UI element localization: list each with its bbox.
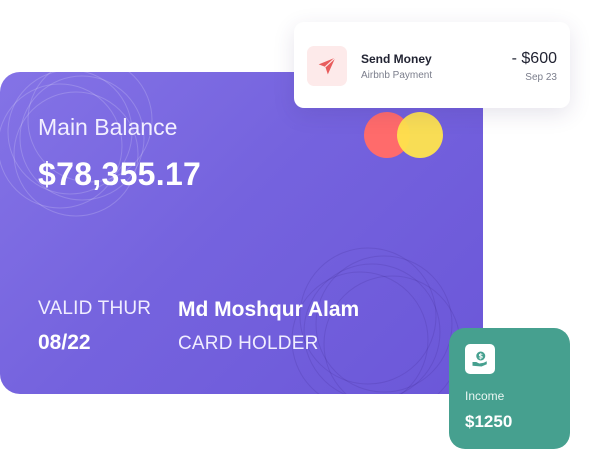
mastercard-logo [364, 112, 446, 160]
money-hand-icon: $ [465, 344, 495, 374]
svg-text:$: $ [478, 353, 483, 361]
main-balance-label: Main Balance [38, 114, 178, 140]
credit-card[interactable]: Main Balance $78,355.17 VALID THUR 08/22… [0, 72, 483, 394]
valid-thru-value: 08/22 [38, 331, 91, 354]
paper-plane-icon [307, 46, 347, 86]
card-holder-label: CARD HOLDER [178, 333, 319, 354]
main-balance-amount: $78,355.17 [38, 156, 202, 192]
valid-thru-label: VALID THUR [38, 298, 152, 319]
income-card[interactable]: $ Income $1250 [449, 328, 570, 449]
transaction-date: Sep 23 [525, 72, 557, 83]
transaction-amount: - $600 [511, 50, 557, 67]
transaction-subtitle: Airbnb Payment [361, 70, 433, 81]
transaction-title: Send Money [361, 52, 432, 66]
card-holder-name: Md Moshqur Alam [178, 298, 360, 321]
income-label: Income [465, 389, 505, 403]
income-amount: $1250 [465, 412, 513, 431]
transaction-card-send-money[interactable]: Send Money Airbnb Payment - $600 Sep 23 [294, 22, 570, 108]
